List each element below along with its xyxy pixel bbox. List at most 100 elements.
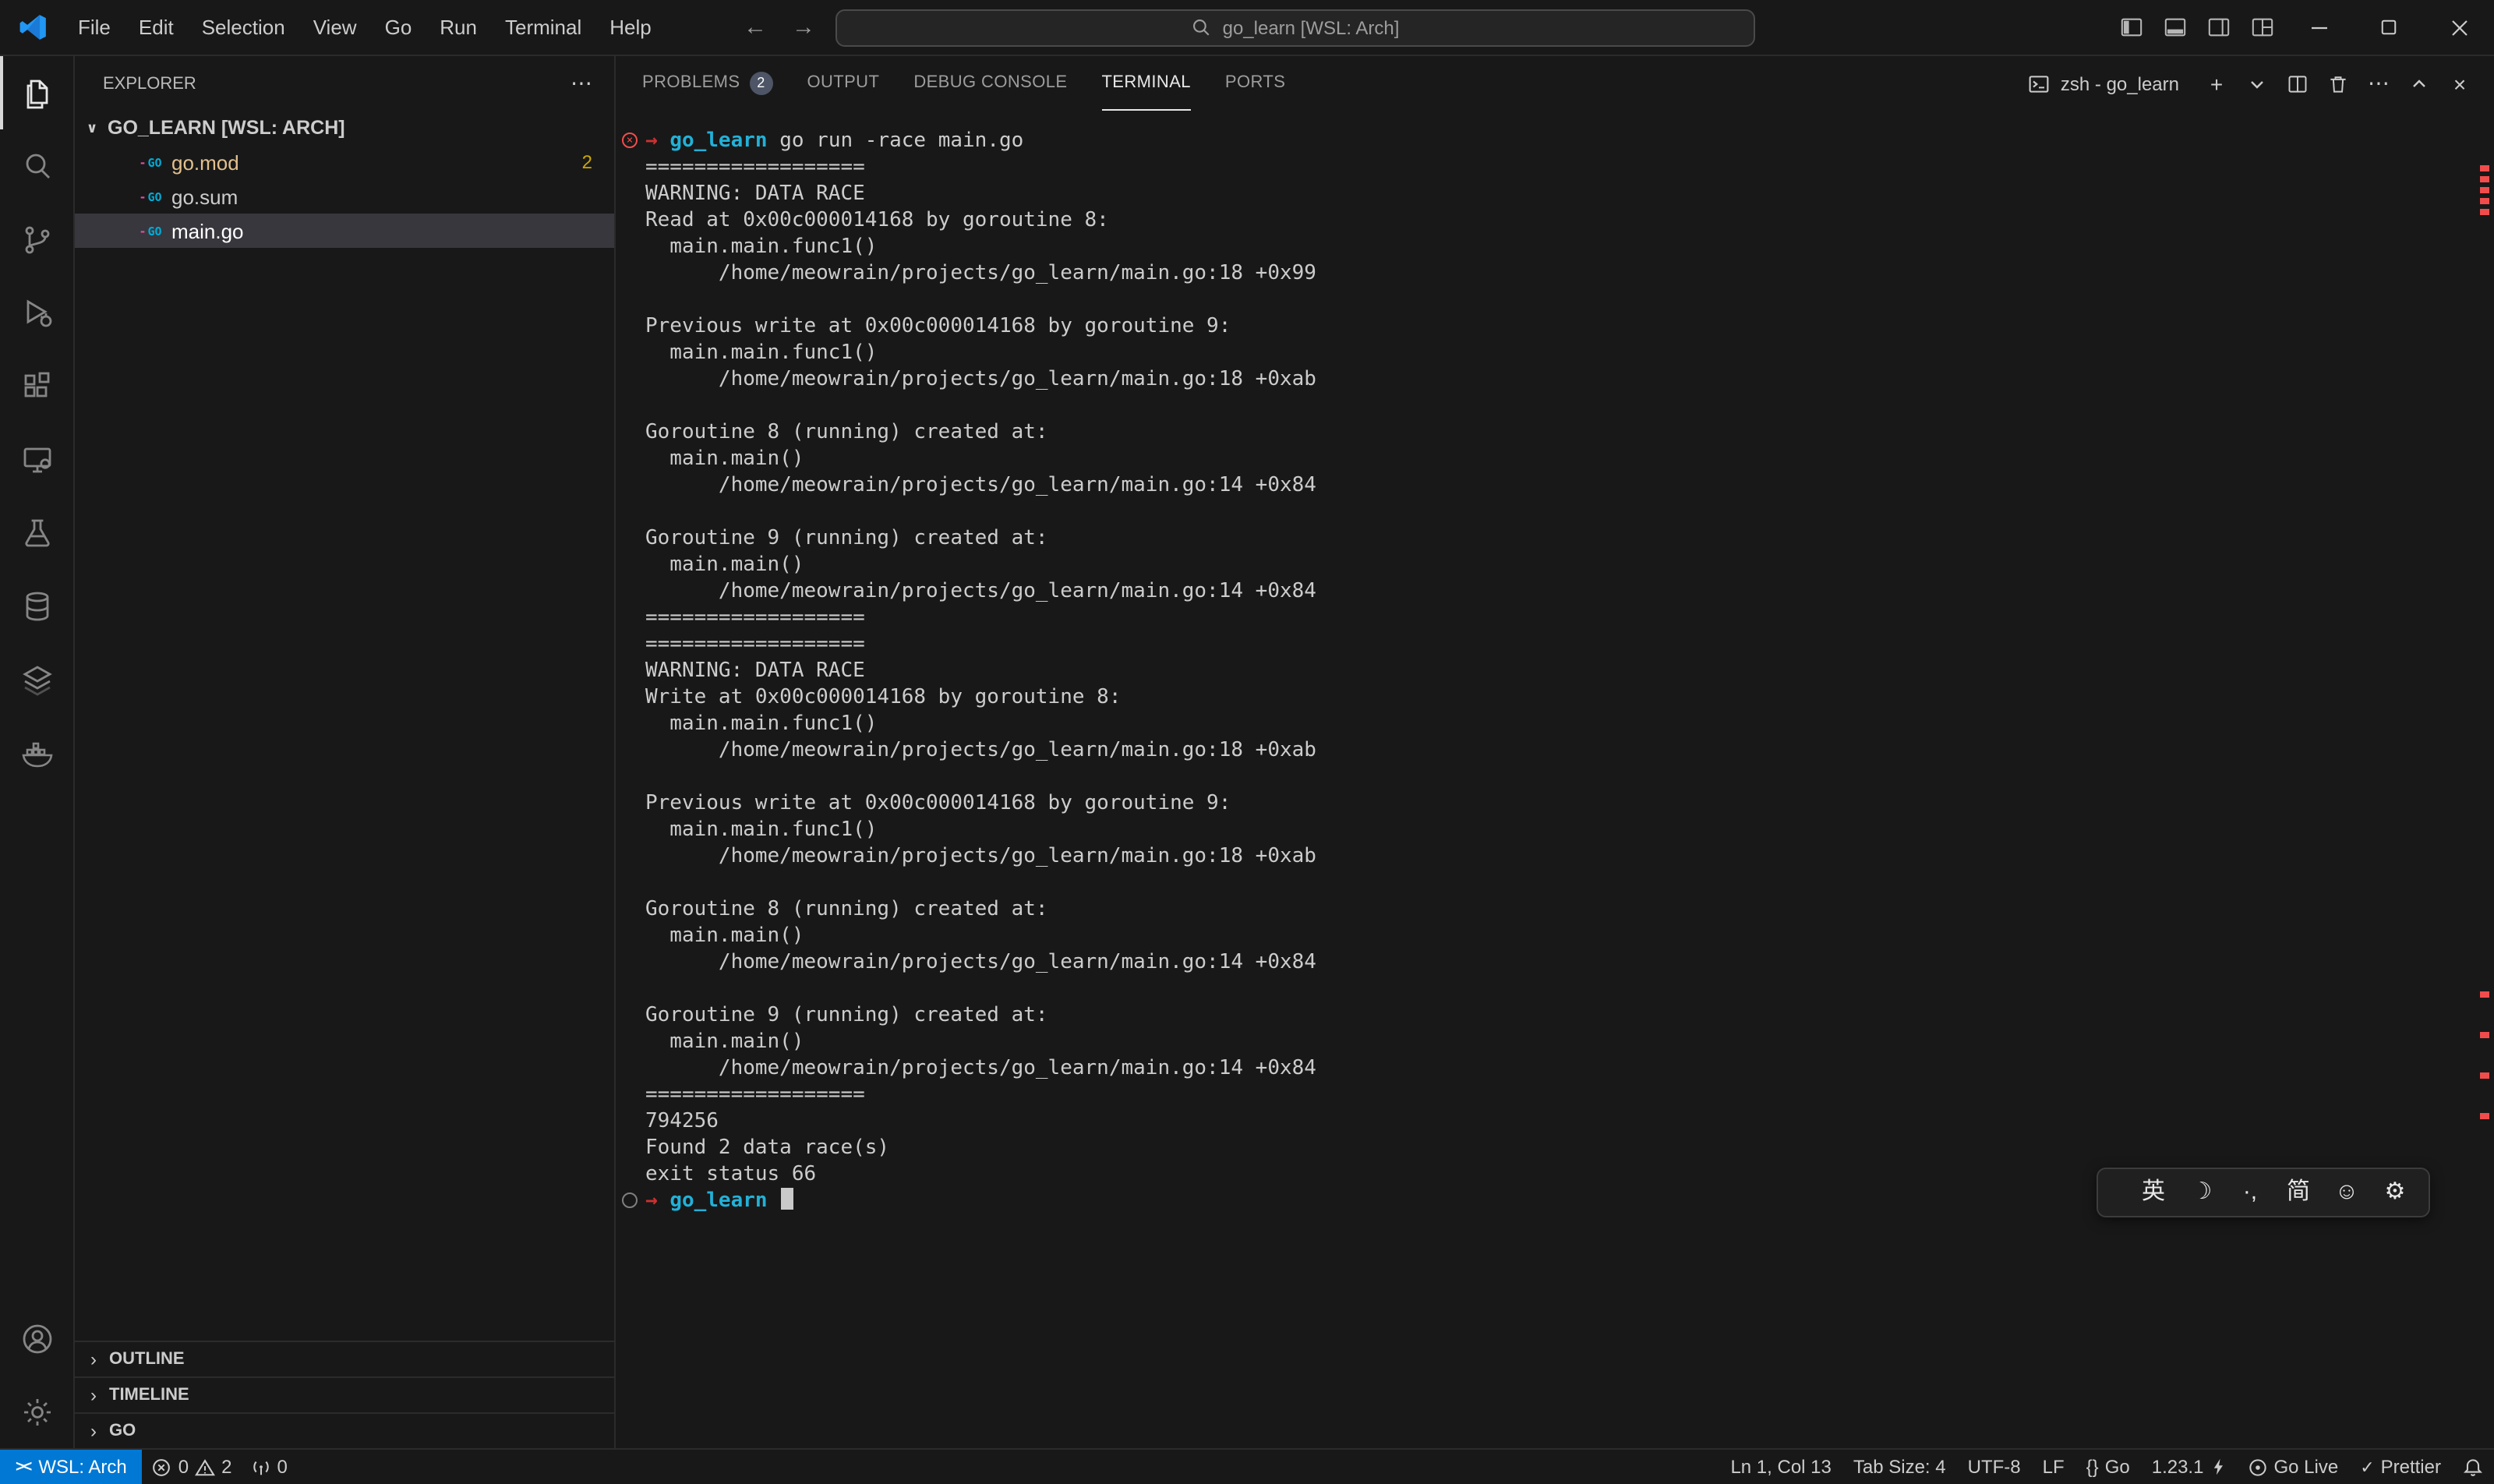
terminal-line	[616, 976, 2494, 1002]
tab-size[interactable]: Tab Size: 4	[1842, 1450, 1957, 1484]
prettier-status[interactable]: ✓ Prettier	[2349, 1450, 2452, 1484]
split-terminal-icon[interactable]	[2279, 65, 2316, 102]
menu-edit[interactable]: Edit	[125, 0, 188, 55]
sidebar-explorer: EXPLORER ⋯ ∨ GO_LEARN [WSL: ARCH] -GOgo.…	[75, 56, 616, 1448]
file-go.mod[interactable]: -GOgo.mod2	[75, 145, 614, 179]
activity-layers[interactable]	[0, 642, 73, 716]
maximize-panel-icon[interactable]	[2400, 65, 2438, 102]
ime-simplified-chinese-icon[interactable]: 简	[2274, 1169, 2323, 1216]
menu-file[interactable]: File	[64, 0, 125, 55]
terminal-picker[interactable]: zsh - go_learn	[2028, 72, 2179, 94]
file-name: go.mod	[171, 150, 239, 174]
command-pending-icon	[622, 1192, 638, 1208]
activity-run-debug[interactable]	[0, 276, 73, 349]
settings-button[interactable]	[0, 1375, 73, 1448]
ime-punctuation-mode-icon[interactable]: ·,	[2226, 1169, 2274, 1216]
activity-extensions[interactable]	[0, 349, 73, 422]
errors-icon	[152, 1457, 172, 1477]
cursor-position[interactable]: Ln 1, Col 13	[1719, 1450, 1842, 1484]
terminal-icon	[2028, 72, 2050, 94]
nav-back-icon[interactable]: ←	[739, 14, 772, 41]
activity-testing[interactable]	[0, 496, 73, 569]
toggle-sidebar-icon[interactable]	[2109, 0, 2153, 55]
launch-profile-chevron-icon[interactable]	[2238, 65, 2276, 102]
encoding[interactable]: UTF-8	[1957, 1450, 2032, 1484]
file-main.go[interactable]: -GOmain.go	[75, 214, 614, 248]
close-window-button[interactable]	[2424, 0, 2494, 55]
menu-go[interactable]: Go	[371, 0, 426, 55]
section-outline[interactable]: ›OUTLINE	[75, 1341, 614, 1376]
kill-terminal-icon[interactable]	[2319, 65, 2357, 102]
activity-remote-explorer[interactable]	[0, 422, 73, 496]
terminal-picker-label: zsh - go_learn	[2061, 72, 2179, 94]
explorer-more-actions-icon[interactable]: ⋯	[571, 70, 592, 97]
close-panel-icon[interactable]: ×	[2441, 65, 2478, 102]
section-timeline[interactable]: ›TIMELINE	[75, 1376, 614, 1412]
go-version[interactable]: 1.23.1	[2141, 1450, 2237, 1484]
status-bar: >< WSL: Arch 0 2 0 Ln 1, Col 13 Tab Size…	[0, 1448, 2494, 1484]
menu-terminal[interactable]: Terminal	[491, 0, 595, 55]
panel-tab-output[interactable]: OUTPUT	[807, 56, 879, 111]
sidebar-spacer	[75, 248, 614, 1341]
ime-emoji-icon[interactable]: ☺	[2323, 1169, 2371, 1216]
new-terminal-icon[interactable]: +	[2198, 65, 2235, 102]
terminal-prompt-line: ×→ go_learn go run -race main.go	[616, 128, 2494, 154]
notifications-button[interactable]	[2452, 1450, 2494, 1484]
terminal-line: main.main.func1()	[616, 340, 2494, 366]
ime-settings-icon[interactable]: ⚙	[2371, 1169, 2419, 1216]
eol[interactable]: LF	[2032, 1450, 2075, 1484]
minimize-button[interactable]	[2284, 0, 2354, 55]
activity-database[interactable]	[0, 569, 73, 642]
chevron-right-icon: ›	[86, 1384, 101, 1406]
warnings-icon	[195, 1457, 215, 1477]
warning-count: 2	[221, 1456, 231, 1478]
terminal[interactable]: ×→ go_learn go run -race main.go========…	[616, 111, 2494, 1448]
customize-layout-icon[interactable]	[2240, 0, 2284, 55]
terminal-line: /home/meowrain/projects/go_learn/main.go…	[616, 366, 2494, 393]
explorer-root-folder[interactable]: ∨ GO_LEARN [WSL: ARCH]	[75, 111, 614, 145]
terminal-line: ==================	[616, 154, 2494, 181]
explorer-icon	[18, 74, 55, 111]
toggle-secondary-sidebar-icon[interactable]	[2196, 0, 2240, 55]
language-mode[interactable]: {} Go	[2075, 1450, 2141, 1484]
go-file-icon: -GO	[137, 218, 164, 243]
accounts-button[interactable]	[0, 1302, 73, 1375]
bell-icon	[2463, 1457, 2483, 1477]
ports-status[interactable]: 0	[242, 1450, 297, 1484]
panel-tab-ports[interactable]: PORTS	[1225, 56, 1285, 111]
title-right-controls	[2109, 0, 2494, 55]
go-live[interactable]: Go Live	[2236, 1450, 2349, 1484]
panel-tab-problems[interactable]: PROBLEMS2	[642, 56, 772, 111]
menu-help[interactable]: Help	[595, 0, 666, 55]
menu-view[interactable]: View	[299, 0, 371, 55]
panel-tab-debug-console[interactable]: DEBUG CONSOLE	[913, 56, 1067, 111]
error-count: 0	[178, 1456, 189, 1478]
file-go.sum[interactable]: -GOgo.sum	[75, 179, 614, 214]
section-go[interactable]: ›GO	[75, 1412, 614, 1448]
activity-explorer[interactable]	[0, 56, 73, 129]
menu-run[interactable]: Run	[426, 0, 491, 55]
terminal-line: /home/meowrain/projects/go_learn/main.go…	[616, 843, 2494, 870]
terminal-line: main.main.func1()	[616, 711, 2494, 737]
activity-source-control[interactable]	[0, 203, 73, 276]
activity-docker[interactable]	[0, 716, 73, 789]
terminal-line: /home/meowrain/projects/go_learn/main.go…	[616, 1055, 2494, 1082]
terminal-line	[616, 499, 2494, 525]
panel-tab-terminal[interactable]: TERMINAL	[1101, 56, 1190, 111]
panel-more-actions-icon[interactable]: ⋯	[2360, 65, 2397, 102]
command-center-search[interactable]: go_learn [WSL: Arch]	[835, 9, 1755, 46]
go-file-icon: -GO	[137, 184, 164, 209]
search-icon	[18, 147, 55, 185]
nav-forward-icon[interactable]: →	[787, 14, 820, 41]
toggle-panel-icon[interactable]	[2153, 0, 2196, 55]
ime-width-mode-icon[interactable]: ☽	[2178, 1169, 2226, 1216]
remote-indicator[interactable]: >< WSL: Arch	[0, 1450, 143, 1484]
main-area: EXPLORER ⋯ ∨ GO_LEARN [WSL: ARCH] -GOgo.…	[0, 56, 2494, 1448]
ime-language-mode-icon[interactable]: 英	[2129, 1169, 2178, 1216]
problems-status[interactable]: 0 2	[143, 1450, 242, 1484]
maximize-button[interactable]	[2354, 0, 2424, 55]
activity-search[interactable]	[0, 129, 73, 203]
menu-selection[interactable]: Selection	[188, 0, 299, 55]
check-icon: ✓	[2360, 1457, 2374, 1477]
panel-actions: zsh - go_learn + ⋯	[2028, 65, 2478, 102]
